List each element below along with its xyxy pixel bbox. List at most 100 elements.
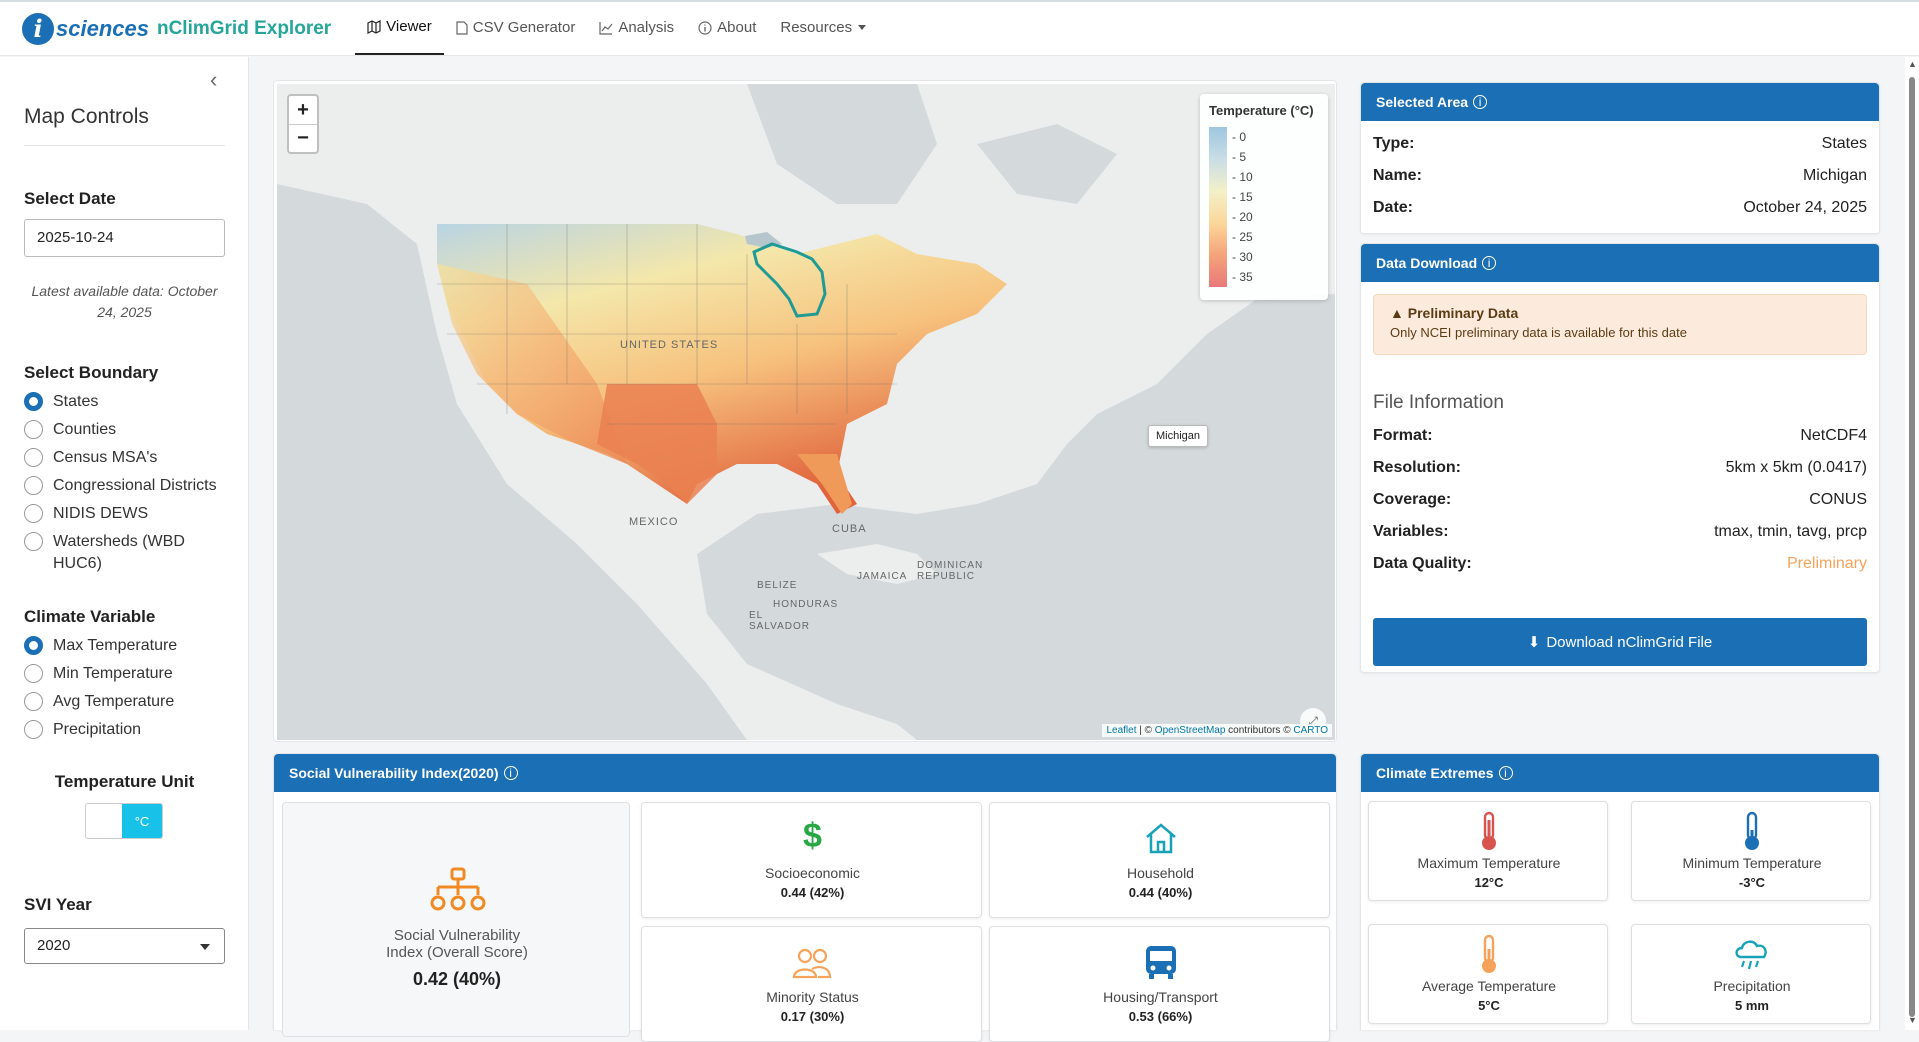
map-label-honduras: HONDURAS bbox=[773, 599, 839, 610]
radio-label: Precipitation bbox=[53, 721, 142, 738]
tile-value: 0.44 (42%) bbox=[780, 885, 845, 900]
radio-states[interactable]: States bbox=[24, 391, 234, 413]
svi-tile-socioeconomic: $ Socioeconomic 0.44 (42%) bbox=[641, 802, 982, 918]
nav-about[interactable]: About bbox=[686, 1, 768, 55]
svi-year-label: SVI Year bbox=[24, 895, 92, 914]
zoom-out-button[interactable]: − bbox=[289, 124, 317, 152]
alert-title: ▲ Preliminary Data bbox=[1390, 305, 1519, 321]
tile-name: Household bbox=[1127, 865, 1194, 881]
file-information-title: File Information bbox=[1373, 392, 1504, 413]
radio-dot bbox=[24, 504, 43, 523]
radio-nidis-dews[interactable]: NIDIS DEWS bbox=[24, 503, 234, 525]
nav-resources[interactable]: Resources bbox=[768, 1, 878, 55]
kv-value: Michigan bbox=[1802, 167, 1867, 184]
map-label-dominican-republic: DOMINICAN REPUBLIC bbox=[917, 560, 984, 582]
nav-viewer-label: Viewer bbox=[386, 18, 432, 35]
radio-label: Watersheds (WBD HUC6) bbox=[53, 533, 185, 572]
scroll-down-arrow[interactable]: ▼ bbox=[1908, 1015, 1917, 1025]
svi-overall-value: 0.42 (40%) bbox=[412, 969, 502, 989]
chevron-left-icon[interactable]: ‹ bbox=[210, 67, 217, 93]
osm-link[interactable]: OpenStreetMap bbox=[1155, 725, 1226, 736]
sidebar-title: Map Controls bbox=[24, 105, 149, 128]
rain-cloud-icon bbox=[1735, 940, 1767, 970]
svi-header: Social Vulnerability Index(2020) i bbox=[274, 754, 1336, 792]
radio-dot bbox=[24, 636, 43, 655]
radio-dot bbox=[24, 448, 43, 467]
logo-icon: i bbox=[22, 12, 54, 45]
tile-value: -3°C bbox=[1738, 875, 1766, 890]
tile-name: Minority Status bbox=[766, 989, 859, 1005]
download-button[interactable]: ⬇ Download nClimGrid File bbox=[1373, 618, 1867, 666]
climate-extremes-header: Climate Extremes i bbox=[1361, 754, 1879, 792]
bus-icon bbox=[1146, 946, 1176, 979]
selected-area-title: Selected Area bbox=[1376, 94, 1469, 110]
legend-title: Temperature (°C) bbox=[1209, 103, 1314, 118]
info-icon[interactable]: i bbox=[1473, 95, 1488, 109]
kv-key: Date: bbox=[1373, 199, 1414, 216]
radio-avg-temperature[interactable]: Avg Temperature bbox=[24, 691, 234, 713]
radio-census-msa[interactable]: Census MSA's bbox=[24, 447, 234, 469]
info-icon[interactable]: i bbox=[1498, 766, 1513, 780]
radio-congressional-districts[interactable]: Congressional Districts bbox=[24, 475, 234, 497]
map-label-us: UNITED STATES bbox=[620, 339, 719, 351]
brand[interactable]: i sciences nClimGrid Explorer bbox=[22, 12, 331, 45]
thermometer-hot-icon bbox=[1482, 811, 1496, 850]
nav-csv-generator[interactable]: CSV Generator bbox=[444, 1, 588, 55]
map-basemap bbox=[277, 84, 1335, 740]
chevron-down-icon bbox=[200, 944, 210, 950]
info-icon[interactable]: i bbox=[1482, 256, 1497, 270]
info-icon bbox=[698, 20, 712, 35]
kv-value: CONUS bbox=[1809, 491, 1867, 508]
kv-coverage: Coverage: CONUS bbox=[1373, 491, 1867, 509]
page-scrollbar[interactable]: ▲ ▼ bbox=[1905, 57, 1919, 1030]
chart-line-icon bbox=[599, 21, 613, 35]
carto-link[interactable]: CARTO bbox=[1293, 725, 1328, 736]
scroll-thumb[interactable] bbox=[1909, 77, 1915, 1017]
alert-text: Only NCEI preliminary data is available … bbox=[1390, 325, 1687, 340]
data-download-card: Data Download i ▲ Preliminary Data Only … bbox=[1360, 243, 1880, 673]
date-input[interactable]: 2025-10-24 bbox=[24, 219, 225, 257]
svi-year-select[interactable]: 2020 bbox=[24, 928, 225, 964]
kv-value: October 24, 2025 bbox=[1743, 199, 1867, 216]
radio-label: Max Temperature bbox=[53, 637, 178, 654]
divider bbox=[24, 145, 225, 146]
map[interactable]: UNITED STATES MEXICO CUBA DOMINICAN REPU… bbox=[277, 84, 1335, 740]
radio-label: Counties bbox=[53, 421, 117, 438]
radio-counties[interactable]: Counties bbox=[24, 419, 234, 441]
nav-csv-label: CSV Generator bbox=[472, 19, 576, 36]
svi-overall-name: Social Vulnerability Index (Overall Scor… bbox=[386, 927, 528, 961]
kv-value: 5km x 5km (0.0417) bbox=[1725, 459, 1867, 476]
kv-name: Name: Michigan bbox=[1373, 167, 1867, 185]
leaflet-link[interactable]: Leaflet bbox=[1106, 725, 1136, 736]
scroll-up-arrow[interactable]: ▲ bbox=[1908, 59, 1917, 69]
radio-min-temperature[interactable]: Min Temperature bbox=[24, 663, 234, 685]
radio-precipitation[interactable]: Precipitation bbox=[24, 719, 234, 741]
tile-name: Housing/Transport bbox=[1103, 989, 1218, 1005]
radio-max-temperature[interactable]: Max Temperature bbox=[24, 635, 234, 657]
warning-icon: ▲ bbox=[1390, 305, 1408, 321]
tile-value: 12°C bbox=[1474, 875, 1504, 890]
kv-value: Preliminary bbox=[1786, 555, 1867, 572]
legend-tick: - 30 bbox=[1232, 250, 1253, 264]
kv-format: Format: NetCDF4 bbox=[1373, 427, 1867, 445]
nav-viewer[interactable]: Viewer bbox=[355, 1, 444, 55]
sidebar: ‹ Map Controls Select Date 2025-10-24 La… bbox=[0, 57, 249, 1030]
zoom-in-button[interactable]: + bbox=[289, 96, 317, 124]
attribution-text: | © bbox=[1136, 725, 1155, 736]
tile-name: Average Temperature bbox=[1421, 978, 1557, 994]
select-date-label: Select Date bbox=[24, 189, 116, 208]
radio-dot bbox=[24, 476, 43, 495]
download-icon: ⬇ bbox=[1527, 634, 1541, 651]
data-download-header: Data Download i bbox=[1361, 244, 1879, 282]
nav-analysis[interactable]: Analysis bbox=[587, 1, 686, 55]
temperature-unit-toggle[interactable]: °C bbox=[85, 803, 163, 839]
svi-tile-household: Household 0.44 (40%) bbox=[989, 802, 1330, 918]
kv-value: tmax, tmin, tavg, prcp bbox=[1714, 523, 1867, 540]
latest-data-note: Latest available data: October 24, 2025 bbox=[31, 283, 218, 320]
kv-key: Variables: bbox=[1373, 523, 1449, 540]
radio-watersheds[interactable]: Watersheds (WBD HUC6) bbox=[24, 531, 204, 575]
radio-label: States bbox=[53, 393, 99, 410]
radio-dot bbox=[24, 392, 43, 411]
tile-value: 5 mm bbox=[1735, 998, 1769, 1013]
info-icon[interactable]: i bbox=[503, 766, 518, 780]
